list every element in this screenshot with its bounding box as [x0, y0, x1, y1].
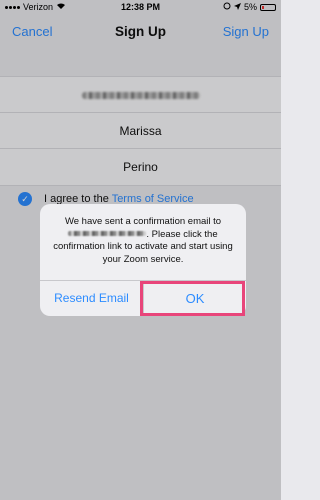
- ok-button[interactable]: OK: [144, 281, 246, 316]
- redacted-email-inline: [68, 231, 147, 237]
- alert-message-line1: We have sent a confirmation email to: [64, 216, 222, 227]
- alert-message: We have sent a confirmation email to . P…: [50, 216, 236, 266]
- confirmation-alert: We have sent a confirmation email to . P…: [40, 204, 246, 316]
- resend-email-button[interactable]: Resend Email: [40, 281, 143, 316]
